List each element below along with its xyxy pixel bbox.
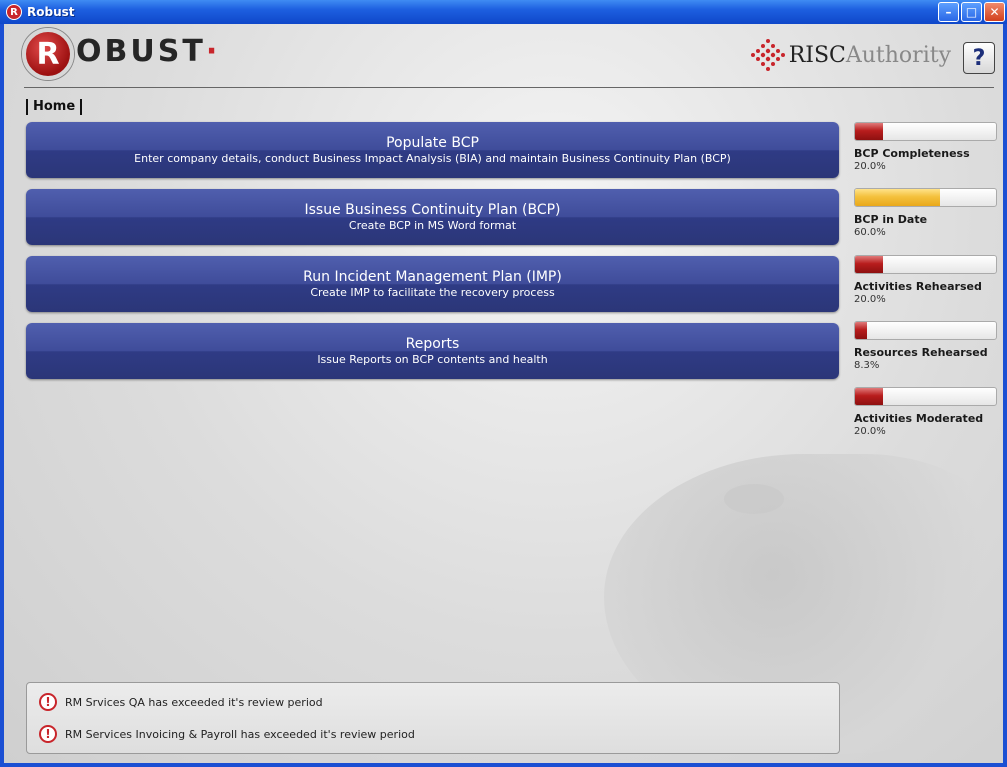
progress-bar [854, 122, 997, 141]
stat-value: 60.0% [854, 227, 886, 238]
robust-logo-icon: R [22, 28, 74, 80]
stat-label: Activities Rehearsed [854, 280, 982, 293]
main-content: R OBUST· RISCAuthority ? Home Populate B… [4, 24, 1003, 763]
progress-bar [854, 387, 997, 406]
close-button[interactable]: ✕ [984, 2, 1005, 22]
breadcrumb-home[interactable]: Home [33, 99, 75, 114]
alerts-panel: ! RM Srvices QA has exceeded it's review… [26, 682, 840, 754]
alert-text: RM Services Invoicing & Payroll has exce… [65, 727, 415, 741]
issue-bcp-button[interactable]: Issue Business Continuity Plan (BCP) Cre… [26, 189, 839, 245]
progress-fill [855, 388, 884, 405]
maximize-button[interactable]: □ [961, 2, 982, 22]
app-window: R Robust – □ ✕ R OBUST· RISCAuthority ? … [0, 0, 1007, 767]
stat-resources-rehearsed: Resources Rehearsed 8.3% [854, 321, 999, 371]
stat-label: BCP in Date [854, 213, 928, 226]
action-description: Create IMP to facilitate the recovery pr… [310, 286, 555, 299]
wordmark-authority: Authority [845, 42, 951, 68]
stat-label: Activities Moderated [854, 412, 984, 425]
title-bar[interactable]: R Robust – □ ✕ [0, 0, 1007, 24]
stat-value: 20.0% [854, 426, 886, 437]
action-title: Run Incident Management Plan (IMP) [303, 269, 562, 285]
stat-label: BCP Completeness [854, 147, 970, 160]
progress-fill [855, 189, 940, 206]
action-description: Issue Reports on BCP contents and health [317, 353, 548, 366]
help-button[interactable]: ? [963, 42, 995, 74]
reports-button[interactable]: Reports Issue Reports on BCP contents an… [26, 323, 839, 379]
stat-activities-moderated: Activities Moderated 20.0% [854, 387, 999, 437]
stat-value: 20.0% [854, 294, 886, 305]
progress-bar [854, 255, 997, 274]
riscauthority-wordmark: RISCAuthority [789, 43, 951, 68]
alert-item[interactable]: ! RM Services Invoicing & Payroll has ex… [39, 725, 415, 743]
window-controls: – □ ✕ [938, 2, 1005, 22]
riscauthority-diamond-icon [750, 39, 785, 71]
progress-fill [855, 322, 867, 339]
warning-icon: ! [39, 693, 57, 711]
action-title: Issue Business Continuity Plan (BCP) [304, 202, 561, 218]
progress-fill [855, 123, 884, 140]
stat-value: 8.3% [854, 360, 880, 371]
action-description: Create BCP in MS Word format [348, 219, 517, 232]
populate-bcp-button[interactable]: Populate BCP Enter company details, cond… [26, 122, 839, 178]
header: R OBUST· RISCAuthority ? [4, 24, 1003, 88]
alert-item[interactable]: ! RM Srvices QA has exceeded it's review… [39, 693, 323, 711]
progress-bar [854, 188, 997, 207]
breadcrumb[interactable]: Home [26, 99, 83, 115]
stat-activities-rehearsed: Activities Rehearsed 20.0% [854, 255, 999, 305]
action-title: Reports [405, 336, 460, 352]
window-title: Robust [27, 5, 75, 19]
logo-dot: · [205, 34, 221, 69]
minimize-button[interactable]: – [938, 2, 959, 22]
action-title: Populate BCP [386, 135, 479, 151]
alert-text: RM Srvices QA has exceeded it's review p… [65, 695, 323, 709]
wordmark-risc: RISC [788, 42, 846, 68]
riscauthority-logo: RISCAuthority [750, 38, 951, 72]
header-divider [24, 87, 994, 88]
warning-icon: ! [39, 725, 57, 743]
stat-bcp-completeness: BCP Completeness 20.0% [854, 122, 999, 172]
background-map-decoration [724, 484, 784, 514]
progress-fill [855, 256, 884, 273]
stat-value: 20.0% [854, 161, 886, 172]
stat-label: Resources Rehearsed [854, 346, 988, 359]
logo-text-main: OBUST [76, 34, 206, 69]
progress-bar [854, 321, 997, 340]
app-icon: R [6, 4, 22, 20]
stat-bcp-in-date: BCP in Date 60.0% [854, 188, 999, 238]
robust-logo-text: OBUST· [76, 34, 220, 69]
action-description: Enter company details, conduct Business … [134, 152, 731, 165]
run-imp-button[interactable]: Run Incident Management Plan (IMP) Creat… [26, 256, 839, 312]
